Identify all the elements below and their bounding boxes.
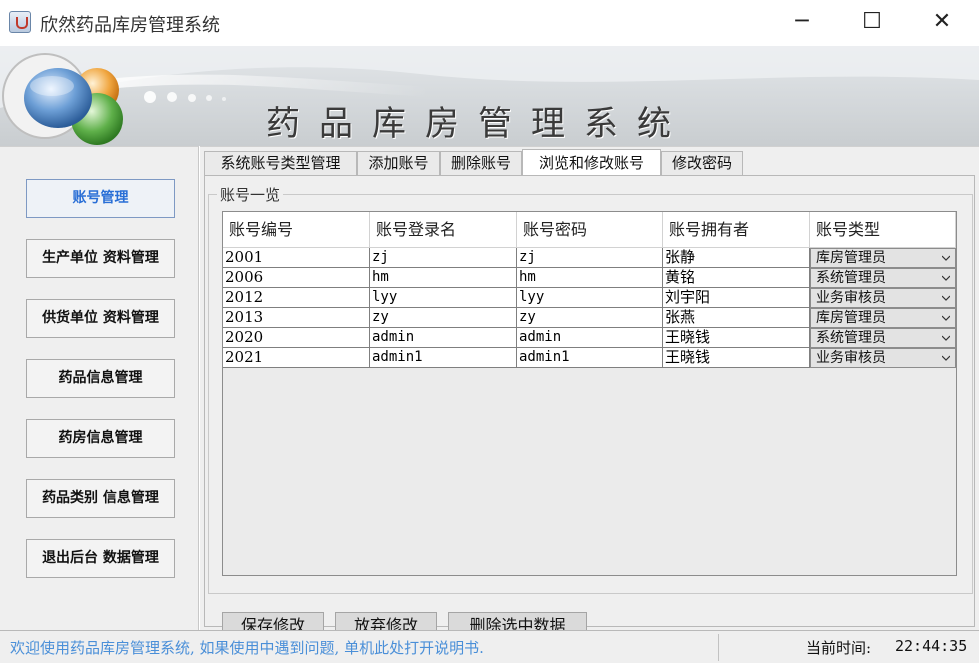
header-banner: 药品库房管理系统 bbox=[0, 46, 979, 146]
group-title: 账号一览 bbox=[217, 184, 284, 205]
cell-owner[interactable]: 张静 bbox=[663, 248, 810, 268]
minimize-button[interactable]: ─ bbox=[767, 0, 837, 46]
accounts-table[interactable]: 账号编号 账号登录名 账号密码 账号拥有者 账号类型 2001 zj zj 张静… bbox=[222, 211, 957, 576]
cell-owner[interactable]: 黄铭 bbox=[663, 268, 810, 288]
account-type-select[interactable]: 系统管理员 bbox=[810, 268, 956, 288]
nav-pharmacy-info-button[interactable]: 药房信息管理 bbox=[26, 419, 175, 458]
nav-supplier-button[interactable]: 供货单位 资料管理 bbox=[26, 299, 175, 338]
title-bar: 欣然药品库房管理系统 ─ ☐ ✕ bbox=[0, 0, 979, 46]
tab-browse-modify-account[interactable]: 浏览和修改账号 bbox=[522, 149, 661, 177]
cell-login[interactable]: admin bbox=[370, 328, 517, 348]
column-header-id[interactable]: 账号编号 bbox=[223, 212, 370, 248]
cell-password[interactable]: admin1 bbox=[517, 348, 663, 368]
cell-password[interactable]: zy bbox=[517, 308, 663, 328]
cell-id[interactable]: 2020 bbox=[223, 328, 370, 348]
chevron-down-icon bbox=[942, 355, 950, 361]
tab-change-password[interactable]: 修改密码 bbox=[661, 151, 743, 176]
main-area: 系统账号类型管理 添加账号 删除账号 浏览和修改账号 修改密码 账号一览 账号编… bbox=[200, 146, 979, 640]
tab-panel: 账号一览 账号编号 账号登录名 账号密码 账号拥有者 账号类型 2001 zj … bbox=[204, 175, 975, 640]
table-header: 账号编号 账号登录名 账号密码 账号拥有者 账号类型 bbox=[223, 212, 956, 248]
cell-password[interactable]: hm bbox=[517, 268, 663, 288]
tab-delete-account[interactable]: 删除账号 bbox=[440, 151, 522, 176]
help-link[interactable]: 欢迎使用药品库房管理系统, 如果使用中遇到问题, 单机此处打开说明书. bbox=[10, 637, 484, 658]
nav-drug-category-button[interactable]: 药品类别 信息管理 bbox=[26, 479, 175, 518]
chevron-down-icon bbox=[942, 335, 950, 341]
tab-add-account[interactable]: 添加账号 bbox=[357, 151, 440, 176]
select-value: 库房管理员 bbox=[816, 310, 886, 326]
java-app-icon bbox=[9, 11, 31, 33]
cell-login[interactable]: zj bbox=[370, 248, 517, 268]
select-value: 库房管理员 bbox=[816, 250, 886, 266]
cell-password[interactable]: lyy bbox=[517, 288, 663, 308]
nav-exit-admin-button[interactable]: 退出后台 数据管理 bbox=[26, 539, 175, 578]
cell-id[interactable]: 2012 bbox=[223, 288, 370, 308]
table-row[interactable]: 2021 admin1 admin1 王晓钱 业务审核员 bbox=[223, 348, 956, 368]
cell-login[interactable]: hm bbox=[370, 268, 517, 288]
chevron-down-icon bbox=[942, 295, 950, 301]
account-type-select[interactable]: 业务审核员 bbox=[810, 288, 956, 308]
tab-account-type-management[interactable]: 系统账号类型管理 bbox=[204, 151, 357, 176]
status-divider bbox=[718, 634, 719, 661]
cell-id[interactable]: 2006 bbox=[223, 268, 370, 288]
table-row[interactable]: 2020 admin admin 王晓钱 系统管理员 bbox=[223, 328, 956, 348]
column-header-password[interactable]: 账号密码 bbox=[517, 212, 663, 248]
status-bar: 欢迎使用药品库房管理系统, 如果使用中遇到问题, 单机此处打开说明书. 当前时间… bbox=[0, 630, 979, 663]
account-type-select[interactable]: 系统管理员 bbox=[810, 328, 956, 348]
left-navigation: 账号管理 生产单位 资料管理 供货单位 资料管理 药品信息管理 药房信息管理 药… bbox=[0, 146, 199, 630]
table-row[interactable]: 2001 zj zj 张静 库房管理员 bbox=[223, 248, 956, 268]
cell-login[interactable]: lyy bbox=[370, 288, 517, 308]
select-value: 业务审核员 bbox=[816, 290, 886, 306]
chevron-down-icon bbox=[942, 275, 950, 281]
column-header-login[interactable]: 账号登录名 bbox=[370, 212, 517, 248]
current-time-label: 当前时间: bbox=[806, 639, 872, 657]
cell-owner[interactable]: 刘宇阳 bbox=[663, 288, 810, 308]
cell-password[interactable]: zj bbox=[517, 248, 663, 268]
banner-title: 药品库房管理系统 bbox=[266, 104, 690, 144]
cell-id[interactable]: 2013 bbox=[223, 308, 370, 328]
column-header-owner[interactable]: 账号拥有者 bbox=[663, 212, 810, 248]
select-value: 系统管理员 bbox=[816, 270, 886, 286]
table-row[interactable]: 2013 zy zy 张燕 库房管理员 bbox=[223, 308, 956, 328]
nav-drug-info-button[interactable]: 药品信息管理 bbox=[26, 359, 175, 398]
cell-owner[interactable]: 张燕 bbox=[663, 308, 810, 328]
chevron-down-icon bbox=[942, 255, 950, 261]
current-time-value: 22:44:35 bbox=[895, 637, 968, 655]
select-value: 系统管理员 bbox=[816, 330, 886, 346]
close-button[interactable]: ✕ bbox=[907, 0, 977, 46]
nav-manufacturer-button[interactable]: 生产单位 资料管理 bbox=[26, 239, 175, 278]
window-title: 欣然药品库房管理系统 bbox=[40, 15, 220, 36]
cell-login[interactable]: zy bbox=[370, 308, 517, 328]
table-row[interactable]: 2012 lyy lyy 刘宇阳 业务审核员 bbox=[223, 288, 956, 308]
select-value: 业务审核员 bbox=[816, 350, 886, 366]
cell-id[interactable]: 2021 bbox=[223, 348, 370, 368]
chevron-down-icon bbox=[942, 315, 950, 321]
cell-password[interactable]: admin bbox=[517, 328, 663, 348]
cell-owner[interactable]: 王晓钱 bbox=[663, 328, 810, 348]
maximize-button[interactable]: ☐ bbox=[837, 0, 907, 46]
account-type-select[interactable]: 库房管理员 bbox=[810, 248, 956, 268]
cell-owner[interactable]: 王晓钱 bbox=[663, 348, 810, 368]
table-row[interactable]: 2006 hm hm 黄铭 系统管理员 bbox=[223, 268, 956, 288]
account-type-select[interactable]: 业务审核员 bbox=[810, 348, 956, 368]
account-type-select[interactable]: 库房管理员 bbox=[810, 308, 956, 328]
cell-login[interactable]: admin1 bbox=[370, 348, 517, 368]
cell-id[interactable]: 2001 bbox=[223, 248, 370, 268]
nav-account-management-button[interactable]: 账号管理 bbox=[26, 179, 175, 218]
column-header-type[interactable]: 账号类型 bbox=[810, 212, 956, 248]
